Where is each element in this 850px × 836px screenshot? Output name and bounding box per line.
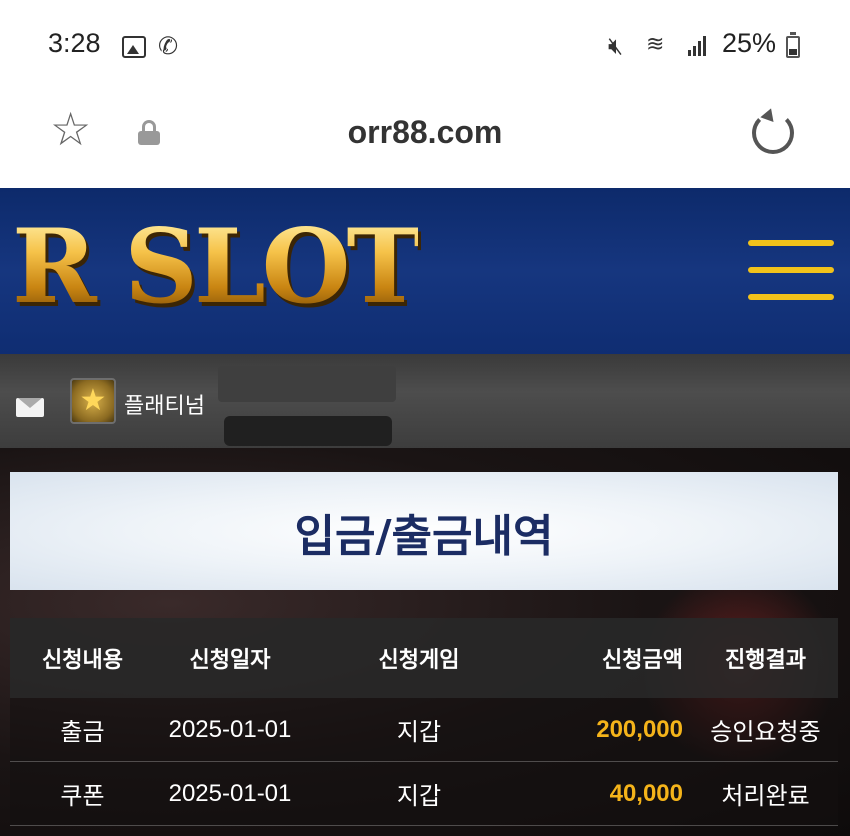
battery-icon bbox=[786, 32, 800, 58]
page-title: 입금/출금내역 bbox=[294, 511, 554, 562]
request-type: 출금 bbox=[60, 719, 105, 746]
request-date: 2025-01-01 bbox=[168, 715, 292, 743]
image-icon bbox=[122, 36, 146, 58]
rank-label: 플래티넘 bbox=[124, 394, 205, 419]
request-game: 지갑 bbox=[396, 783, 442, 810]
column-header: 신청게임 bbox=[378, 648, 460, 673]
wifi-icon: ≋ bbox=[646, 32, 665, 57]
browser-url-bar: ☆ orr88.com bbox=[0, 90, 850, 186]
reload-icon[interactable] bbox=[752, 112, 794, 154]
mail-icon[interactable] bbox=[16, 398, 44, 417]
battery-level: 25% bbox=[722, 28, 777, 58]
history-table: 신청내용 신청일자 신청게임 신청금액 진행결과 출금 2025-01-01 지… bbox=[10, 618, 838, 826]
request-date: 2025-01-01 bbox=[168, 779, 292, 807]
column-header: 신청일자 bbox=[189, 648, 271, 673]
rank-badge-icon: ★ bbox=[70, 378, 116, 424]
status-bar: 3:28 ✆ 🔇︎ ≋ 25% bbox=[0, 0, 850, 90]
url-text[interactable]: orr88.com bbox=[0, 114, 850, 151]
request-game: 지갑 bbox=[396, 719, 442, 746]
hamburger-icon[interactable] bbox=[748, 240, 834, 300]
title-banner: 입금/출금내역 bbox=[10, 472, 838, 590]
column-header: 신청내용 bbox=[42, 648, 123, 673]
request-status: 승인요청중 bbox=[710, 719, 821, 746]
table-row[interactable]: 출금 2025-01-01 지갑 200,000 승인요청중 bbox=[10, 698, 838, 762]
column-header: 신청금액 bbox=[602, 648, 683, 673]
table-header: 신청내용 신청일자 신청게임 신청금액 진행결과 bbox=[10, 618, 838, 698]
missed-call-icon: ✆ bbox=[158, 32, 179, 60]
table-row[interactable]: 쿠폰 2025-01-01 지갑 40,000 처리완료 bbox=[10, 762, 838, 826]
request-status: 처리완료 bbox=[721, 783, 810, 810]
request-type: 쿠폰 bbox=[60, 783, 105, 810]
status-time: 3:28 bbox=[48, 28, 101, 58]
redacted-username bbox=[218, 366, 396, 402]
request-amount: 200,000 bbox=[596, 715, 683, 743]
signal-icon bbox=[688, 34, 710, 56]
content-area: 입금/출금내역 신청내용 신청일자 신청게임 신청금액 진행결과 출금 2025… bbox=[0, 448, 850, 836]
mute-icon: 🔇︎ bbox=[608, 32, 624, 60]
column-header: 진행결과 bbox=[725, 648, 806, 673]
request-amount: 40,000 bbox=[609, 779, 683, 807]
redacted-balance bbox=[224, 416, 392, 446]
user-bar: ★ 플래티넘 bbox=[0, 354, 850, 448]
site-header: R SLOT bbox=[0, 188, 850, 354]
site-logo[interactable]: R SLOT bbox=[12, 216, 422, 318]
